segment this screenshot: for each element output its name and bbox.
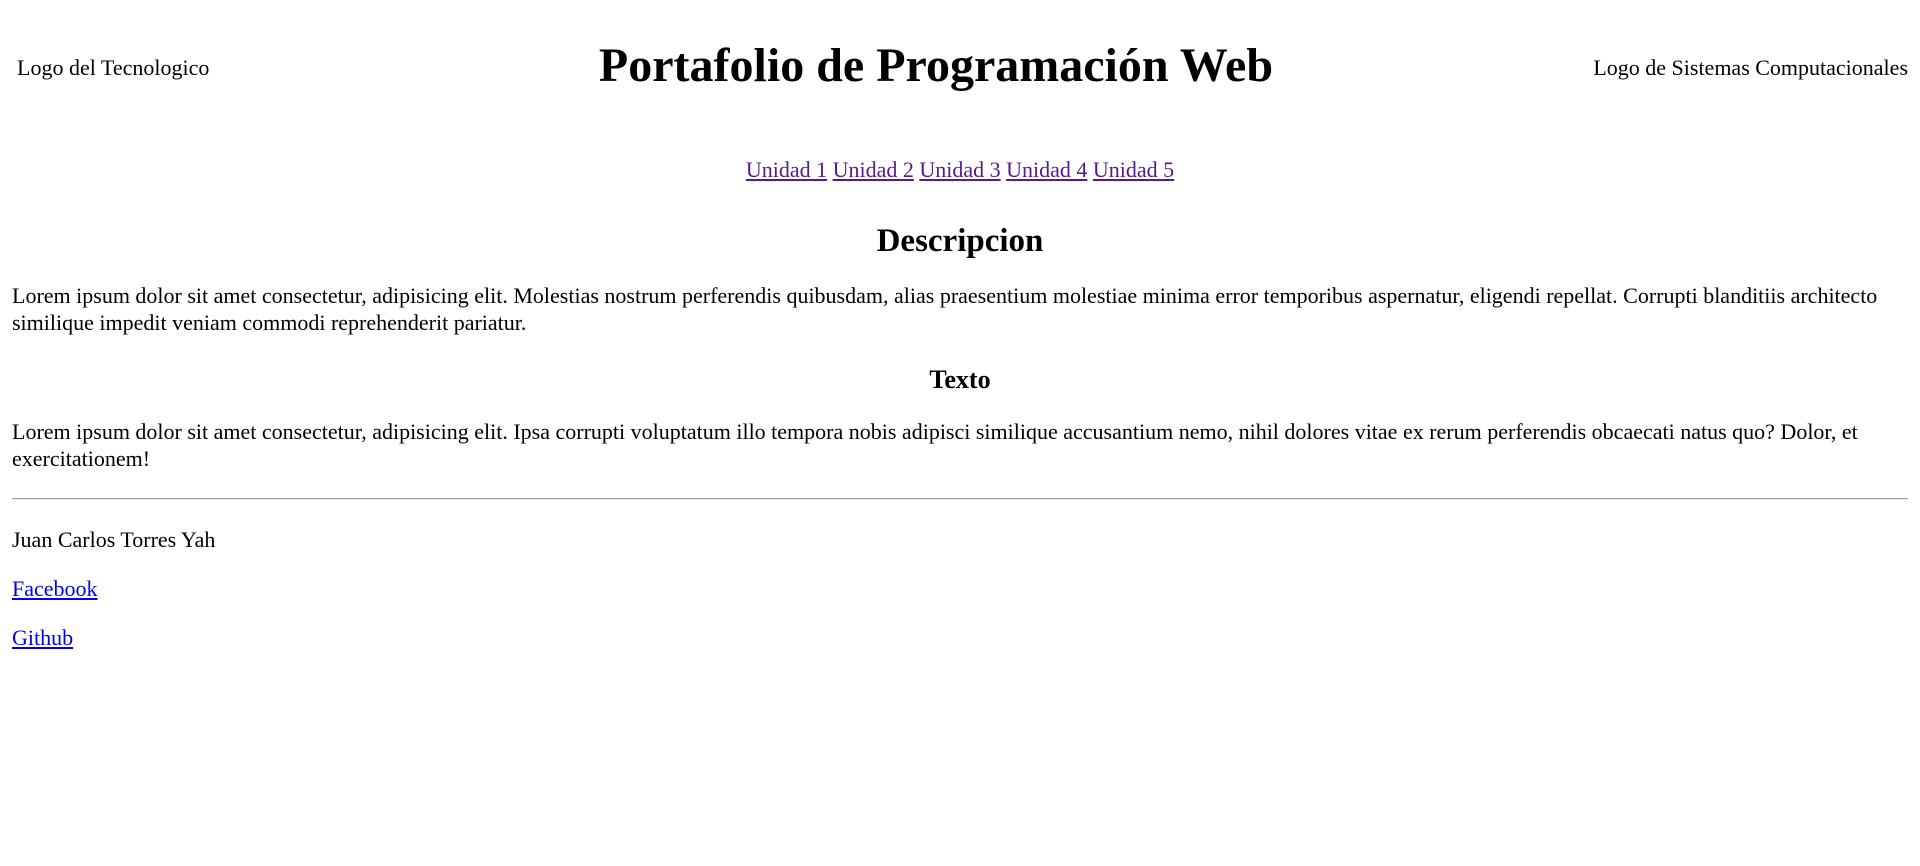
page: Logo del Tecnologico Portafolio de Progr… [12, 0, 1908, 651]
description-heading: Descripcion [876, 223, 1044, 259]
sistemas-logo-image: Logo de Sistemas Computacionales [1593, 54, 1908, 81]
nav-link-unidad-2[interactable]: Unidad 2 [833, 157, 914, 182]
site-header: Logo del Tecnologico Portafolio de Progr… [12, 0, 1908, 136]
nav-link-unidad-5[interactable]: Unidad 5 [1093, 157, 1174, 182]
github-link[interactable]: Github [12, 625, 73, 650]
nav-link-unidad-4[interactable]: Unidad 4 [1006, 157, 1087, 182]
nav-link-unidad-3[interactable]: Unidad 3 [919, 157, 1000, 182]
site-footer: Juan Carlos Torres Yah Facebook Github [12, 526, 1908, 651]
sistemas-logo-alt-text: Logo de Sistemas Computacionales [1593, 55, 1908, 80]
description-paragraph: Lorem ipsum dolor sit amet consectetur, … [12, 283, 1878, 335]
nav-link-unidad-1[interactable]: Unidad 1 [746, 157, 827, 182]
facebook-row: Facebook [12, 575, 1908, 602]
texto-heading: Texto [929, 365, 991, 394]
author-name: Juan Carlos Torres Yah [12, 527, 216, 552]
texto-paragraph: Lorem ipsum dolor sit amet consectetur, … [12, 419, 1858, 471]
main-content: Descripcion Lorem ipsum dolor sit amet c… [12, 222, 1908, 472]
unit-navigation: Unidad 1 Unidad 2 Unidad 3 Unidad 4 Unid… [12, 156, 1908, 188]
footer-divider [12, 498, 1908, 500]
github-row: Github [12, 624, 1908, 651]
facebook-link[interactable]: Facebook [12, 576, 98, 601]
